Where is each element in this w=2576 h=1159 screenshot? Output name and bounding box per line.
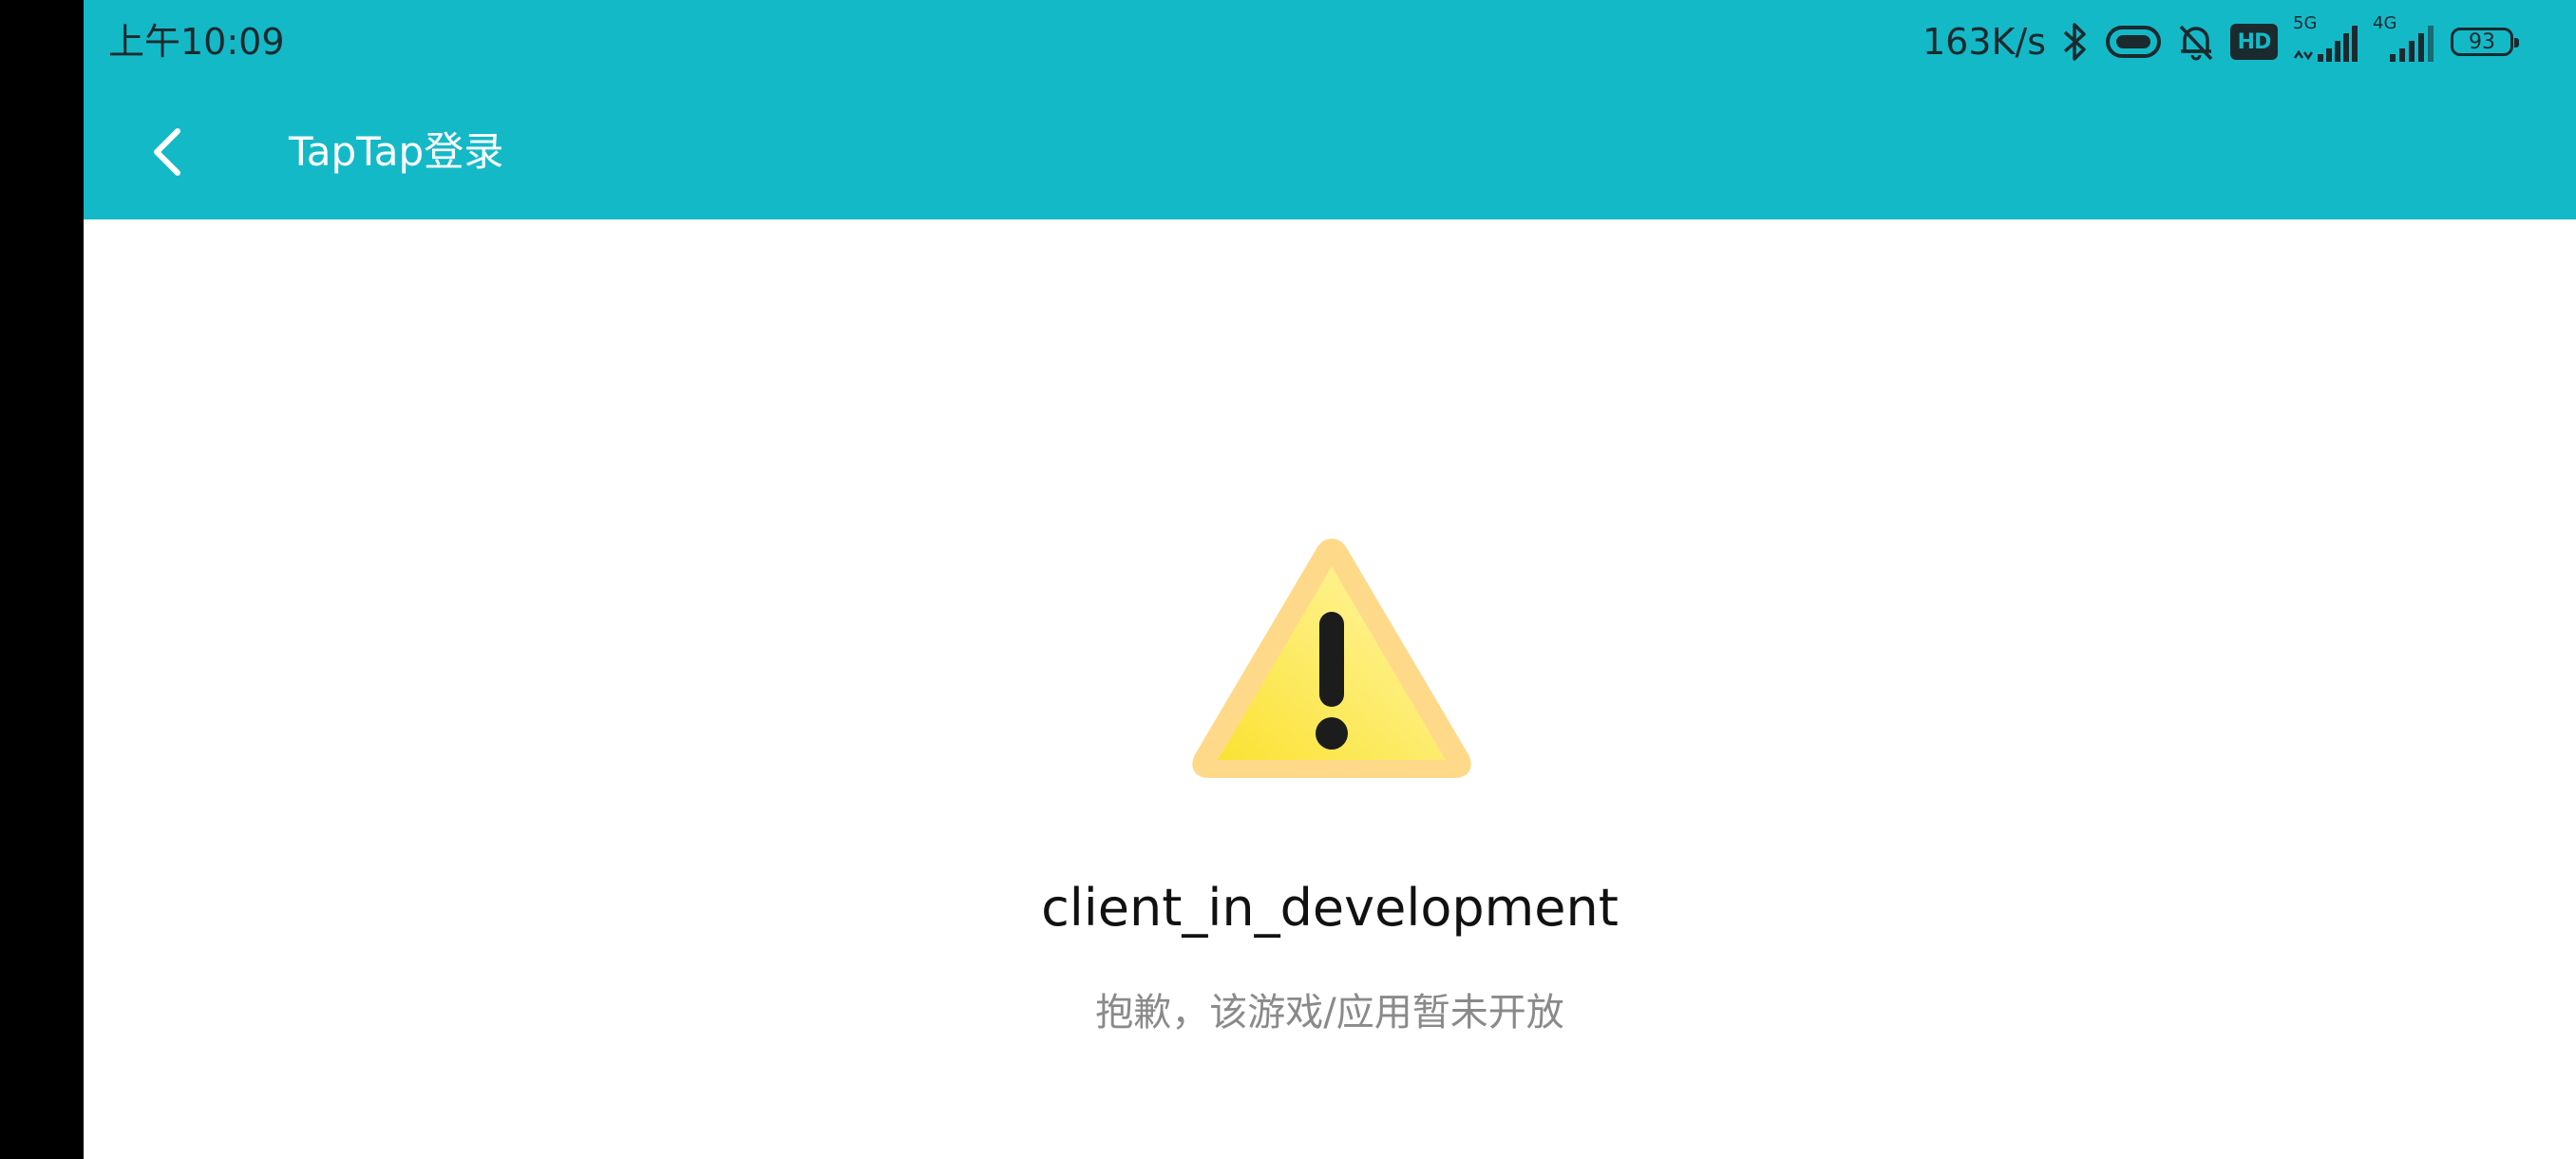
status-time: 上午10:09 [108, 21, 285, 63]
top-bar: 上午10:09 163K/s HD 5G 4G 93 TapTap登录 [84, 0, 2576, 219]
battery-level: 93 [2469, 29, 2495, 54]
status-icons: 163K/s HD 5G 4G 93 [1922, 13, 2519, 70]
page-title: TapTap登录 [289, 128, 504, 175]
chevron-left-icon [154, 128, 180, 176]
back-button[interactable] [135, 114, 201, 190]
app-window: 上午10:09 163K/s HD 5G 4G 93 TapTap登录 clie… [84, 0, 2576, 1159]
error-message: 抱歉，该游戏/应用暂未开放 [1095, 991, 1564, 1035]
signal-4g-icon: 4G [2371, 14, 2437, 66]
bluetooth-icon [2063, 23, 2086, 61]
network-speed: 163K/s [1922, 21, 2046, 63]
error-headline: client_in_development [1041, 878, 1619, 938]
left-system-bar [0, 0, 84, 1159]
link-icon [2106, 26, 2161, 58]
hd-icon: HD [2230, 24, 2278, 60]
battery-icon: 93 [2451, 28, 2519, 56]
mute-bell-icon [2179, 25, 2213, 61]
signal-5g-icon: 5G [2291, 14, 2358, 66]
warning-triangle-icon [1192, 539, 1471, 778]
screen: 上午10:09 163K/s HD 5G 4G 93 TapTap登录 clie… [0, 0, 2576, 1159]
